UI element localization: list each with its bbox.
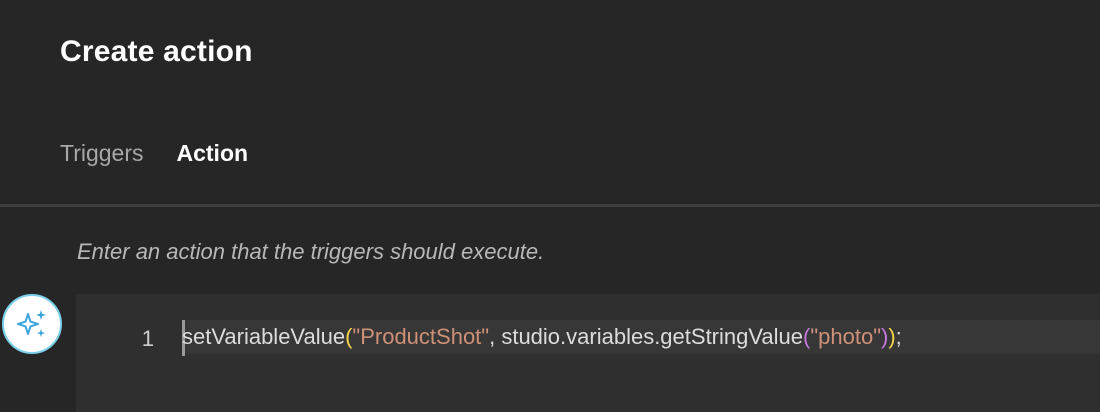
action-hint-text: Enter an action that the triggers should… xyxy=(77,239,545,264)
code-paren-close-outer: ) xyxy=(888,324,896,349)
create-action-dialog: Create action Triggers Action Enter an a… xyxy=(0,0,1100,412)
code-string-photo: "photo" xyxy=(810,324,882,349)
code-semicolon: ; xyxy=(895,324,902,349)
dialog-title: Create action xyxy=(60,35,253,68)
tab-action-label: Action xyxy=(176,140,249,166)
active-code-line[interactable]: setVariableValue("ProductShot", studio.v… xyxy=(182,320,1100,356)
code-string-productshot: "ProductShot" xyxy=(352,324,490,349)
line-number: 1 xyxy=(141,326,154,351)
code-editor[interactable]: 1 setVariableValue("ProductShot", studio… xyxy=(76,294,1100,412)
ai-assist-button[interactable] xyxy=(2,294,62,354)
code-call-expression: , studio.variables.getStringValue xyxy=(489,324,803,349)
tab-triggers-label: Triggers xyxy=(60,140,144,166)
code-function-name: setVariableValue xyxy=(182,324,346,349)
tab-divider xyxy=(0,204,1100,207)
tab-bar: Triggers Action xyxy=(60,131,249,207)
code-text[interactable]: setVariableValue("ProductShot", studio.v… xyxy=(182,322,902,352)
sparkles-icon xyxy=(17,310,46,337)
tab-triggers[interactable]: Triggers xyxy=(60,131,144,207)
tab-action[interactable]: Action xyxy=(176,131,249,207)
